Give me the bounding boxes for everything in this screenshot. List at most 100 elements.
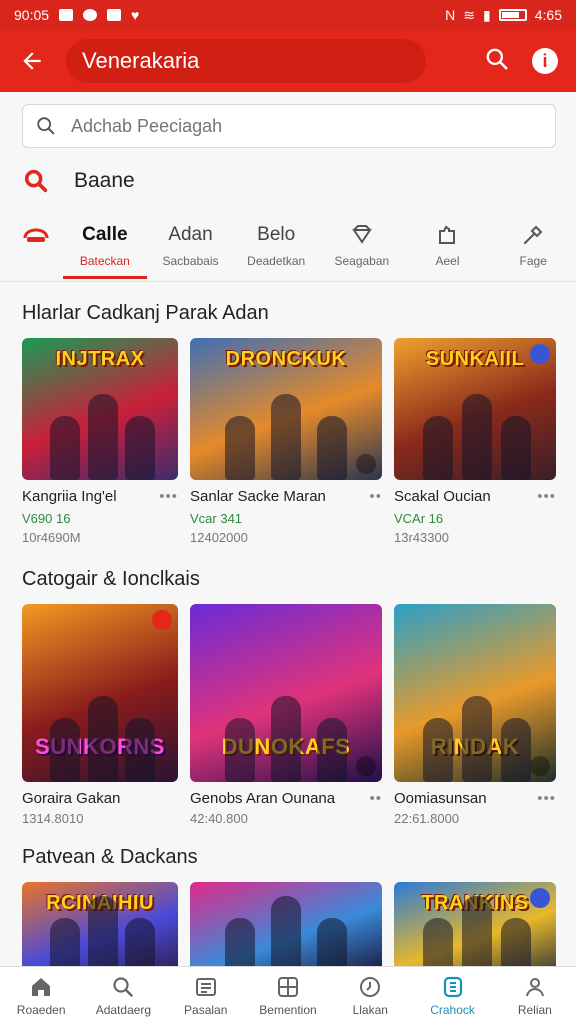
tab-adan[interactable]: Adan Sacbabais	[148, 218, 234, 268]
game-thumbnail[interactable]: DRONCKUK	[190, 338, 382, 480]
search-icon	[37, 117, 55, 135]
game-thumbnail[interactable]: SUNKORNS	[22, 604, 178, 782]
character-figure	[270, 394, 301, 480]
back-button[interactable]	[12, 41, 52, 81]
tab-sublabel: Bateckan	[79, 254, 130, 268]
character-figure	[124, 718, 155, 782]
nav-item-search[interactable]: Adatdaerg	[82, 967, 164, 1024]
game-thumbnail[interactable]: RINDAK	[394, 604, 556, 782]
game-meta: 22:61.8000	[394, 811, 460, 826]
search-bar[interactable]	[22, 104, 556, 148]
more-icon[interactable]: •••	[537, 790, 556, 807]
more-icon[interactable]: ••	[369, 790, 382, 807]
nav-item-profile[interactable]: Relian	[494, 967, 576, 1024]
character-figure	[50, 718, 81, 782]
game-meta: 13r43300	[394, 530, 449, 545]
more-icon[interactable]: •••	[159, 488, 178, 505]
character-figure	[500, 718, 531, 782]
character-figure	[423, 416, 454, 480]
user-icon	[525, 977, 544, 996]
character-figure	[224, 416, 255, 480]
more-icon[interactable]: ••	[369, 488, 382, 505]
diamond-icon	[350, 222, 374, 248]
info-button[interactable]: i	[532, 48, 558, 74]
tab-seagaban[interactable]: Seagaban	[319, 218, 405, 268]
game-thumbnail[interactable]: INJTRAX	[22, 338, 178, 480]
expand-icon[interactable]	[356, 454, 376, 474]
tab-calle[interactable]: Calle Bateckan	[62, 218, 148, 279]
expand-icon[interactable]	[356, 756, 376, 776]
game-card[interactable]: RINDAK Oomiasunsan ••• 22:61.8000	[394, 604, 556, 826]
tab-belo[interactable]: Belo Deadetkan	[233, 218, 319, 268]
game-price: V690 16	[22, 511, 71, 526]
character-figure	[316, 416, 347, 480]
game-card[interactable]: DRONCKUK Sanlar Sacke Maran •• Vcar 341 1…	[190, 338, 382, 545]
game-meta: 12402000	[190, 530, 248, 545]
battery-level: 4:65	[534, 7, 562, 23]
signal-icon: ▮	[483, 6, 491, 23]
game-row: SUNKORNS Goraira Gakan 1314.8010 DUNOKAF…	[22, 604, 556, 826]
section-title: Hlarlar Cadkanj Parak Adan	[22, 302, 269, 324]
tab-sublabel: Fage	[519, 254, 547, 268]
nav-item-list[interactable]: Pasalan	[165, 967, 247, 1024]
search-suggestion[interactable]: Baane	[22, 166, 135, 196]
section-title: Catogair & Ionclkais	[22, 568, 200, 590]
page-title: Venerakaria	[66, 39, 426, 83]
nfc-icon: N	[445, 7, 456, 23]
section-title: Patvean & Dackans	[22, 846, 198, 868]
search-input[interactable]	[71, 115, 511, 137]
game-row: INJTRAX Kangriia Ing'el ••• V690 16 10r46…	[22, 338, 556, 545]
game-price: Vcar 341	[190, 511, 243, 526]
game-card[interactable]: SUNKORNS Goraira Gakan 1314.8010	[22, 604, 178, 826]
nav-item-home[interactable]: Roaeden	[0, 967, 82, 1024]
badge-icon	[530, 888, 550, 908]
game-thumbnail[interactable]: SUNKAIIL	[394, 338, 556, 480]
tab-label: Adan	[168, 224, 213, 245]
nav-label: Relian	[517, 1002, 552, 1017]
character-figure	[87, 394, 118, 480]
nav-label: Crahock	[430, 1002, 475, 1017]
game-card[interactable]: SUNKAIIL Scakal Oucian ••• VCAr 16 13r433…	[394, 338, 556, 545]
nav-label: Bemention	[259, 1002, 317, 1017]
search-icon	[486, 48, 508, 70]
nav-item-grid[interactable]: Bemention	[247, 967, 329, 1024]
nav-item-tag[interactable]: Crahock	[411, 967, 493, 1024]
game-art-title: DRONCKUK	[225, 348, 347, 370]
expand-icon[interactable]	[530, 756, 550, 776]
character-figure	[462, 394, 493, 480]
game-art-title: INJTRAX	[55, 348, 145, 370]
game-thumbnail[interactable]: DUNOKAFS	[190, 604, 382, 782]
notification-icon	[59, 9, 74, 21]
wrench-icon	[521, 222, 545, 248]
nav-label: Roaeden	[16, 1002, 66, 1017]
status-bar: 90:05 ♥ N ≋ ▮ 4:65	[0, 0, 576, 30]
more-icon[interactable]: •••	[537, 488, 556, 505]
game-title: Genobs Aran Ounana	[190, 790, 336, 807]
game-card[interactable]: INJTRAX Kangriia Ing'el ••• V690 16 10r46…	[22, 338, 178, 545]
tab-label: Calle	[82, 224, 128, 245]
category-tabs: Calle Bateckan Adan Sacbabais Belo Deade…	[0, 218, 576, 282]
game-card[interactable]: DUNOKAFS Genobs Aran Ounana •• 42:40.800	[190, 604, 382, 826]
game-title: Sanlar Sacke Maran	[190, 488, 326, 505]
nav-label: Pasalan	[184, 1002, 228, 1017]
arrow-left-icon	[23, 52, 41, 70]
tab-aeel[interactable]: Aeel	[405, 218, 491, 268]
badge-icon	[530, 344, 550, 364]
nav-item-clock[interactable]: Llakan	[329, 967, 411, 1024]
notification-icon	[83, 9, 98, 21]
character-figure	[423, 718, 454, 782]
tab-sublabel: Deadetkan	[247, 254, 306, 268]
tab-fage[interactable]: Fage	[490, 218, 576, 268]
character-figure	[87, 696, 118, 782]
tab-label: Belo	[257, 224, 296, 245]
tab-sublabel: Sacbabais	[162, 254, 219, 268]
tab-indicator	[62, 276, 147, 279]
home-icon	[32, 977, 51, 996]
game-price: VCAr 16	[394, 511, 444, 526]
character-figure	[270, 696, 301, 782]
search-button[interactable]	[484, 46, 510, 77]
suggestion-label: Baane	[74, 169, 135, 192]
game-meta: 42:40.800	[190, 811, 248, 826]
character-figure	[50, 416, 81, 480]
nav-label: Adatdaerg	[95, 1002, 152, 1017]
